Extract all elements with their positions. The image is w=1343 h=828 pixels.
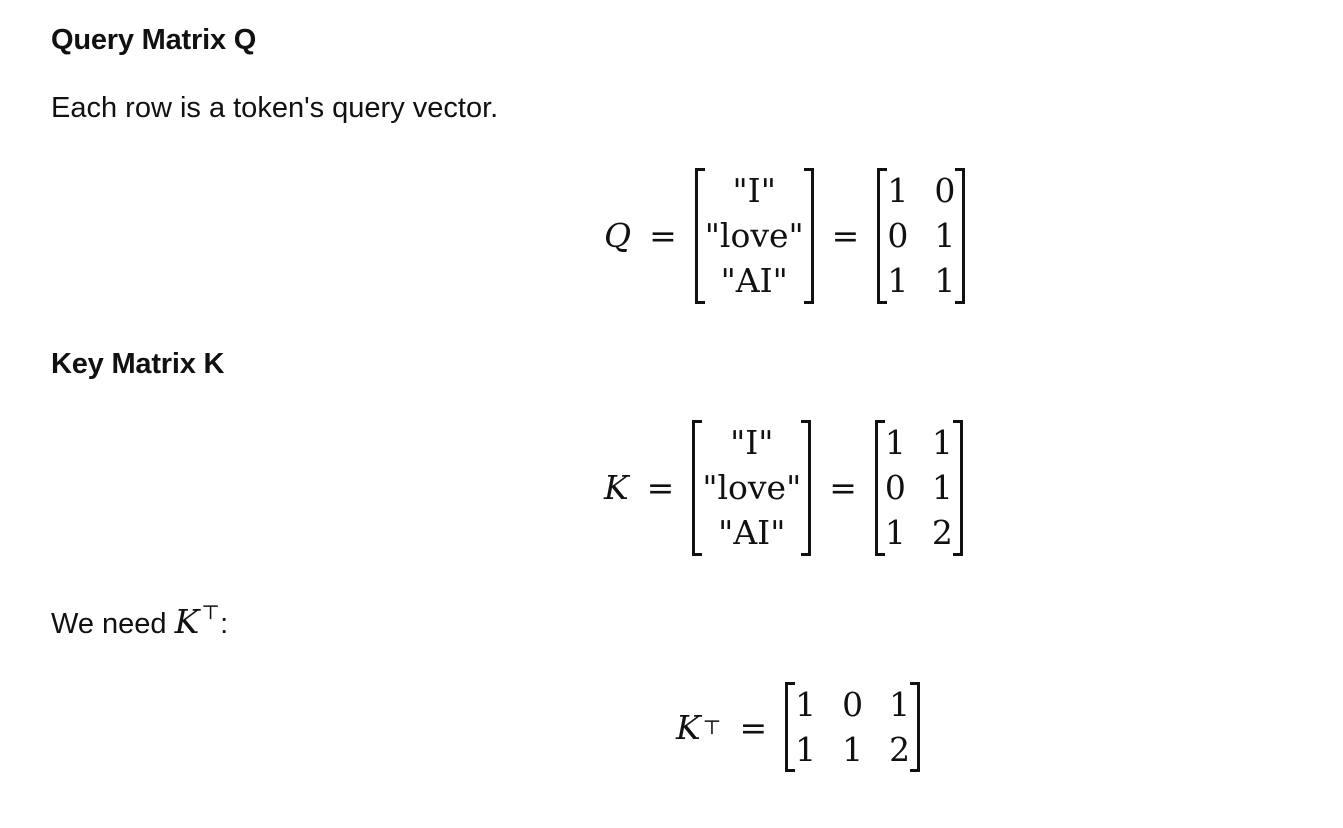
equals-sign: =	[829, 468, 857, 508]
query-matrix-equation: Q = "I" "love" "AI" = 1 0 0 1 1 1	[604, 168, 966, 304]
matrix-cell: 1	[887, 171, 909, 210]
key-matrix-heading: Key Matrix K	[51, 348, 225, 380]
matrix-cell: 1	[931, 423, 953, 462]
matrix-cell: 1	[842, 730, 864, 770]
transpose-colon: :	[220, 608, 229, 640]
matrix-cell: 1	[934, 216, 956, 256]
matrix-cell: 0	[887, 216, 909, 256]
equals-sign: =	[646, 468, 675, 508]
transpose-superscript: ⊤	[201, 600, 221, 624]
query-matrix-heading: Query Matrix Q	[51, 24, 257, 56]
transpose-symbol: K	[174, 602, 200, 641]
matrix-cell: 1	[889, 685, 911, 724]
query-token-matrix: "I" "love" "AI"	[694, 168, 814, 304]
matrix-cell: 2	[931, 513, 953, 553]
transpose-lead-text: We need	[51, 608, 167, 640]
matrix-cell: 1	[884, 423, 906, 462]
token-entry: "I"	[730, 423, 774, 462]
equals-sign: =	[739, 707, 768, 747]
transpose-intro: We need K ⊤:	[51, 600, 228, 641]
equals-sign: =	[649, 216, 677, 256]
query-symbol: Q	[604, 216, 632, 256]
transpose-lhs-symbol: K	[676, 707, 701, 747]
token-entry: "AI"	[720, 261, 788, 301]
transpose-lhs-superscript: ⊤	[702, 715, 722, 740]
key-token-matrix: "I" "love" "AI"	[692, 420, 812, 556]
matrix-cell: 1	[887, 261, 909, 301]
matrix-cell: 0	[842, 685, 864, 724]
token-entry: "I"	[732, 171, 776, 210]
transpose-equation: K ⊤ = 1 0 1 1 1 2	[676, 682, 921, 773]
key-symbol: K	[604, 468, 629, 508]
query-matrix-description: Each row is a token's query vector.	[51, 92, 499, 124]
matrix-cell: 1	[795, 685, 817, 724]
equals-sign: =	[831, 216, 860, 256]
key-matrix-equation: K = "I" "love" "AI" = 1 1 0 1 1 2	[604, 420, 963, 556]
matrix-cell: 1	[795, 730, 817, 770]
token-entry: "love"	[704, 216, 804, 256]
matrix-cell: 0	[934, 171, 956, 210]
matrix-cell: 2	[889, 730, 911, 770]
query-value-matrix: 1 0 0 1 1 1	[877, 168, 966, 304]
token-entry: "AI"	[718, 513, 786, 553]
matrix-cell: 1	[934, 261, 956, 301]
matrix-cell: 1	[884, 513, 906, 553]
matrix-cell: 0	[884, 468, 906, 508]
token-entry: "love"	[702, 468, 802, 508]
key-value-matrix: 1 1 0 1 1 2	[874, 420, 963, 556]
matrix-cell: 1	[931, 468, 953, 508]
transpose-value-matrix: 1 0 1 1 1 2	[785, 682, 921, 773]
